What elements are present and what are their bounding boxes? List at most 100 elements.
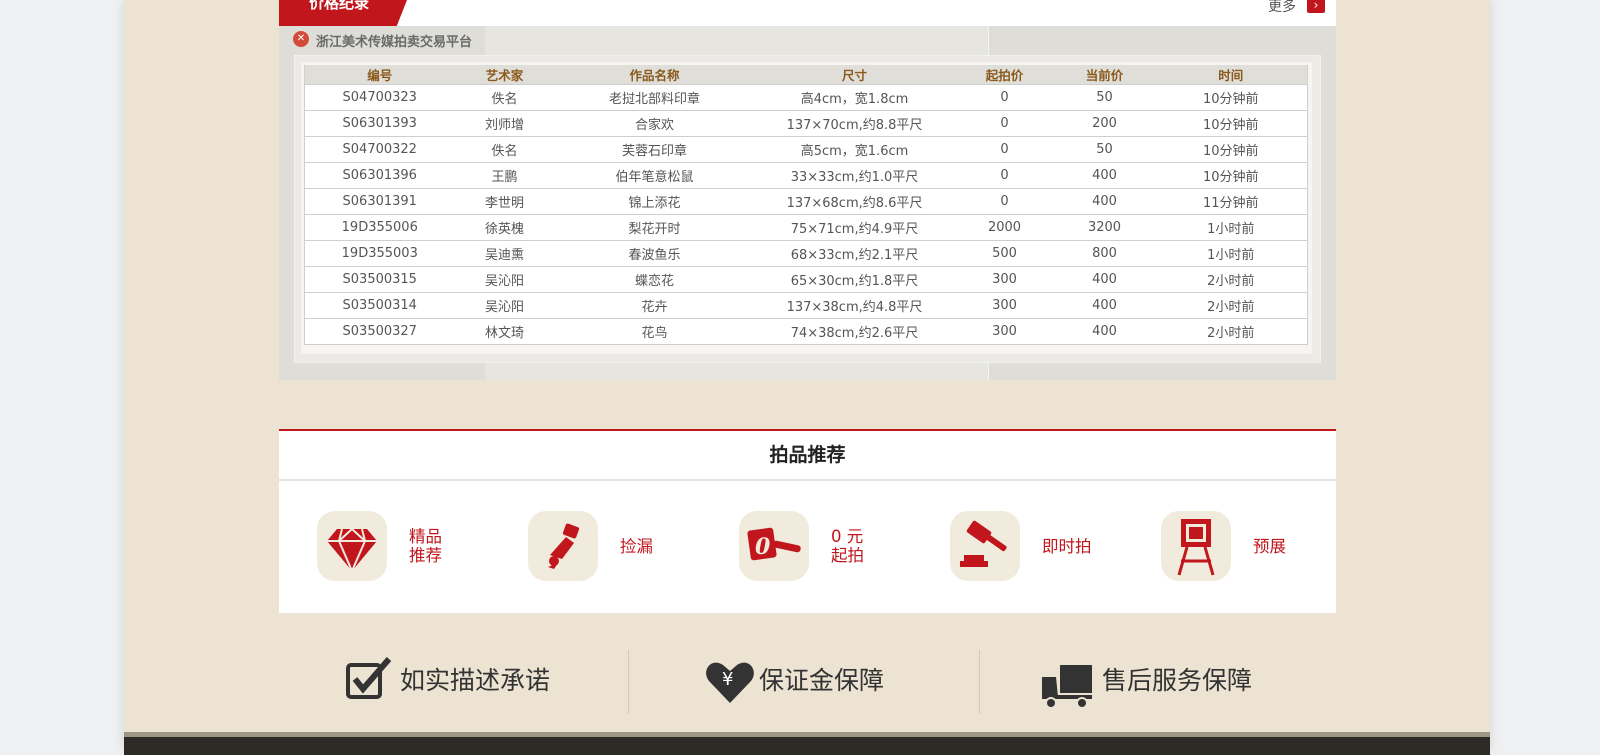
lot-code-cell[interactable]: S06301391 — [304, 188, 455, 215]
column-header-current-price: 当前价 — [1054, 65, 1155, 85]
current-price-cell: 400 — [1054, 292, 1155, 319]
recommend-item-label: 0 元 起拍 — [831, 527, 864, 565]
start-price-cell: 0 — [954, 84, 1055, 111]
start-price-cell: 0 — [954, 162, 1055, 189]
recommend-item-featured[interactable]: 精品 推荐 — [317, 511, 457, 583]
size-cell: 75×71cm,约4.9平尺 — [754, 214, 955, 241]
table-row[interactable]: S06301396 王鹏 伯年笔意松鼠 33×33cm,约1.0平尺 0 400… — [304, 162, 1308, 189]
lot-code-cell[interactable]: 19D355003 — [304, 240, 455, 267]
size-cell: 33×33cm,约1.0平尺 — [754, 162, 955, 189]
artist-cell: 吴迪熏 — [454, 240, 555, 267]
start-price-cell: 0 — [954, 110, 1055, 137]
current-price-cell: 400 — [1054, 266, 1155, 293]
time-cell: 1小时前 — [1154, 214, 1308, 241]
artist-cell: 吴沁阳 — [454, 292, 555, 319]
platform-name: 浙江美术传媒拍卖交易平台 — [316, 35, 473, 50]
time-cell: 2小时前 — [1154, 318, 1308, 345]
price-record-tab-label: 价格纪录 — [309, 0, 370, 12]
table-row[interactable]: S03500315 吴沁阳 蝶恋花 65×30cm,约1.8平尺 300 400… — [304, 266, 1308, 293]
recommend-panel: 拍品推荐 精品 推荐 捡漏 0 0 元 起拍 即时拍 预展 — [279, 429, 1336, 613]
guarantee-label: 如实描述承诺 — [400, 666, 551, 695]
table-row[interactable]: S03500327 林文琦 花鸟 74×38cm,约2.6平尺 300 400 … — [304, 318, 1308, 345]
guarantee-label: 保证金保障 — [759, 666, 885, 695]
time-cell: 2小时前 — [1154, 292, 1308, 319]
table-row[interactable]: S04700323 佚名 老挝北部料印章 高4cm，宽1.8cm 0 50 10… — [304, 84, 1308, 111]
size-cell: 137×68cm,约8.6平尺 — [754, 188, 955, 215]
svg-text:¥: ¥ — [722, 669, 733, 690]
artist-cell: 吴沁阳 — [454, 266, 555, 293]
recommend-item-label: 预展 — [1253, 536, 1286, 556]
lot-code-cell[interactable]: S06301393 — [304, 110, 455, 137]
start-price-cell: 300 — [954, 266, 1055, 293]
size-cell: 高5cm，宽1.6cm — [754, 136, 955, 163]
lot-code-cell[interactable]: S06301396 — [304, 162, 455, 189]
table-header-row: 编号 艺术家 作品名称 尺寸 起拍价 当前价 时间 — [304, 65, 1308, 85]
size-cell: 68×33cm,约2.1平尺 — [754, 240, 955, 267]
artist-cell: 李世明 — [454, 188, 555, 215]
table-row[interactable]: 19D355003 吴迪熏 春波鱼乐 68×33cm,约2.1平尺 500 80… — [304, 240, 1308, 267]
recommend-item-instant[interactable]: 即时拍 — [950, 511, 1092, 583]
time-cell: 10分钟前 — [1154, 84, 1308, 111]
lot-code-cell[interactable]: S03500327 — [304, 318, 455, 345]
recommend-title: 拍品推荐 — [279, 431, 1336, 481]
guarantee-label: 售后服务保障 — [1102, 666, 1253, 695]
lot-code-cell[interactable]: S03500315 — [304, 266, 455, 293]
lot-code-cell[interactable]: S03500314 — [304, 292, 455, 319]
chevron-right-icon[interactable]: › — [1307, 0, 1325, 13]
artist-cell: 林文琦 — [454, 318, 555, 345]
table-row[interactable]: 19D355006 徐英槐 梨花开时 75×71cm,约4.9平尺 2000 3… — [304, 214, 1308, 241]
title-cell: 春波鱼乐 — [554, 240, 755, 267]
lot-code-cell[interactable]: 19D355006 — [304, 214, 455, 241]
artist-cell: 刘师增 — [454, 110, 555, 137]
artist-cell: 徐英槐 — [454, 214, 555, 241]
guarantee-item-deposit: ¥ 保证金保障 — [705, 651, 905, 711]
size-cell: 高4cm，宽1.8cm — [754, 84, 955, 111]
column-header-title: 作品名称 — [554, 65, 755, 85]
title-cell: 老挝北部料印章 — [554, 84, 755, 111]
title-cell: 蝶恋花 — [554, 266, 755, 293]
current-price-cell: 800 — [1054, 240, 1155, 267]
table-row[interactable]: S06301393 刘师增 合家欢 137×70cm,约8.8平尺 0 200 … — [304, 110, 1308, 137]
platform-logo-icon: ✕ — [293, 31, 309, 47]
recommend-item-bargain[interactable]: 捡漏 — [528, 511, 668, 583]
time-cell: 1小时前 — [1154, 240, 1308, 267]
title-cell: 伯年笔意松鼠 — [554, 162, 755, 189]
recommend-item-preview[interactable]: 预展 — [1161, 511, 1311, 583]
footer-bar — [124, 732, 1490, 755]
title-cell: 芙蓉石印章 — [554, 136, 755, 163]
size-cell: 137×70cm,约8.8平尺 — [754, 110, 955, 137]
svg-text:0: 0 — [755, 534, 771, 560]
size-cell: 65×30cm,约1.8平尺 — [754, 266, 955, 293]
divider — [628, 650, 629, 714]
guarantee-item-description: 如实描述承诺 — [345, 651, 565, 711]
table-row[interactable]: S06301391 李世明 锦上添花 137×68cm,约8.6平尺 0 400… — [304, 188, 1308, 215]
checkbox-icon — [346, 657, 392, 699]
grab-hand-icon — [528, 511, 598, 581]
heart-yen-icon: ¥ — [706, 662, 754, 703]
more-link[interactable]: 更多 — [1268, 0, 1296, 16]
current-price-cell: 50 — [1054, 84, 1155, 111]
table-row[interactable]: S04700322 佚名 芙蓉石印章 高5cm，宽1.6cm 0 50 10分钟… — [304, 136, 1308, 163]
start-price-cell: 500 — [954, 240, 1055, 267]
lot-code-cell[interactable]: S04700323 — [304, 84, 455, 111]
column-header-start-price: 起拍价 — [954, 65, 1055, 85]
gavel-icon — [950, 511, 1020, 581]
truck-icon — [1042, 665, 1092, 709]
recommend-item-zero-start[interactable]: 0 0 元 起拍 — [739, 511, 879, 583]
current-price-cell: 50 — [1054, 136, 1155, 163]
size-cell: 74×38cm,约2.6平尺 — [754, 318, 955, 345]
start-price-cell: 0 — [954, 188, 1055, 215]
current-price-cell: 400 — [1054, 162, 1155, 189]
current-price-cell: 200 — [1054, 110, 1155, 137]
title-cell: 花卉 — [554, 292, 755, 319]
lot-code-cell[interactable]: S04700322 — [304, 136, 455, 163]
title-cell: 合家欢 — [554, 110, 755, 137]
start-price-cell: 2000 — [954, 214, 1055, 241]
column-header-time: 时间 — [1154, 65, 1308, 85]
recommend-item-label: 即时拍 — [1042, 536, 1092, 556]
diamond-icon — [317, 511, 387, 581]
price-record-tab[interactable]: 价格纪录 — [279, 0, 407, 26]
column-header-size: 尺寸 — [754, 65, 955, 85]
table-row[interactable]: S03500314 吴沁阳 花卉 137×38cm,约4.8平尺 300 400… — [304, 292, 1308, 319]
artist-cell: 王鹏 — [454, 162, 555, 189]
